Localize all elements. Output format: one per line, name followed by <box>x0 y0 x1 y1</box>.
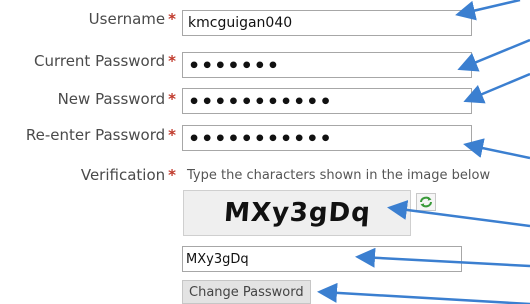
required-mark: * <box>168 166 176 184</box>
required-mark: * <box>168 10 176 28</box>
required-mark: * <box>168 90 176 108</box>
username-label: Username * <box>88 10 176 28</box>
verification-label: Verification * <box>80 166 176 184</box>
new-password-label: New Password * <box>57 90 176 108</box>
required-mark: * <box>168 52 176 70</box>
new-password-field[interactable]: ••••••••••• <box>182 88 472 114</box>
required-mark: * <box>168 126 176 144</box>
reenter-password-label: Re-enter Password * <box>25 126 176 144</box>
verification-hint: Type the characters shown in the image b… <box>187 168 491 183</box>
refresh-captcha-button[interactable] <box>416 193 436 211</box>
captcha-text: MXy3gDq <box>222 198 372 228</box>
arrow-captcha <box>387 200 530 228</box>
reenter-password-field[interactable]: ••••••••••• <box>182 125 472 151</box>
username-field[interactable] <box>182 10 472 36</box>
arrow-change-password <box>317 282 530 304</box>
arrow-new-password <box>463 72 530 104</box>
arrow-reenter-password <box>463 138 530 160</box>
change-password-button[interactable]: Change Password <box>182 280 311 304</box>
refresh-icon <box>420 196 432 208</box>
current-password-field[interactable]: ••••••• <box>182 52 472 78</box>
captcha-image: MXy3gDq <box>183 190 411 236</box>
current-password-label: Current Password * <box>33 52 176 70</box>
verification-input[interactable] <box>182 246 462 272</box>
arrow-current-password <box>457 38 530 72</box>
